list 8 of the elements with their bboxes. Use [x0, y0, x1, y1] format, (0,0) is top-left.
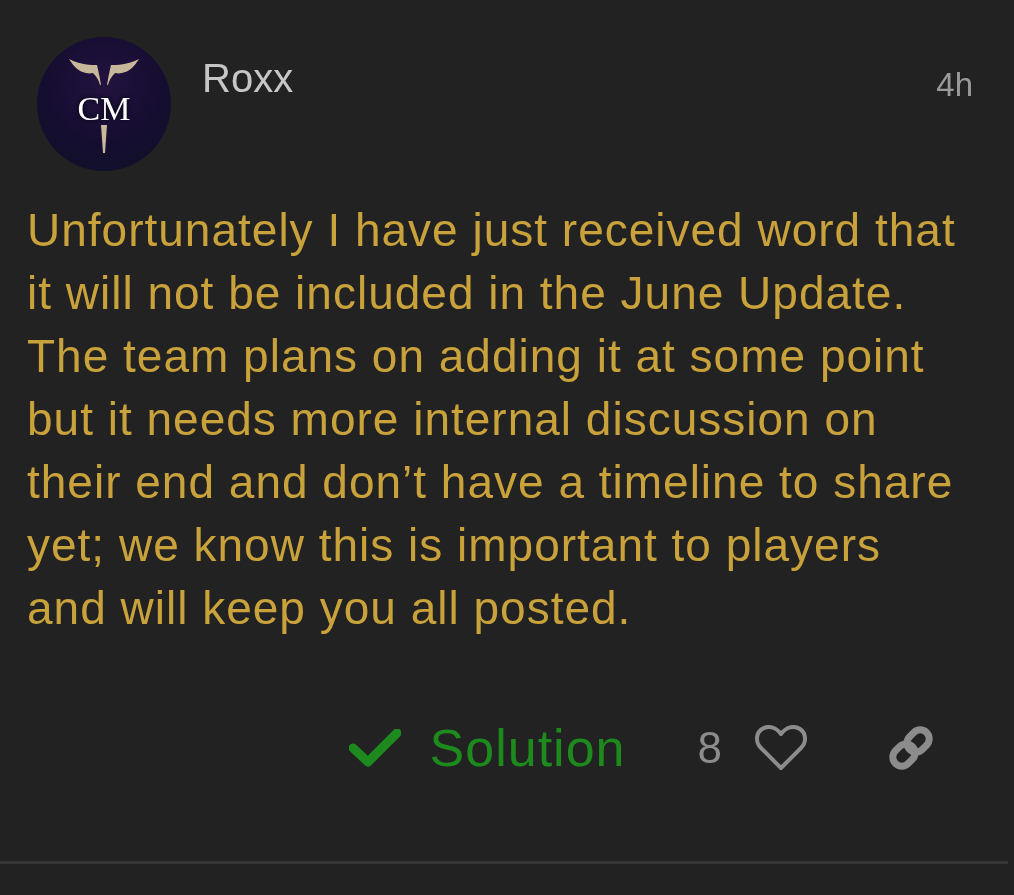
post-time: 4h	[936, 65, 973, 105]
check-icon	[348, 729, 401, 767]
like-count: 8	[697, 723, 722, 773]
post-body: Unfortunately I have just received word that it will not be included in the June Update. The team plans on adding it at some point but it needs more internal discussion on their end and don’t have a timeline to share yet; we know this is important to players and will keep you all posted.	[27, 203, 957, 636]
avatar-initials: CM	[77, 92, 131, 126]
author-name[interactable]: Roxx	[202, 55, 294, 101]
like-button[interactable]	[755, 725, 807, 771]
solution-button[interactable]: Solution	[348, 718, 626, 778]
